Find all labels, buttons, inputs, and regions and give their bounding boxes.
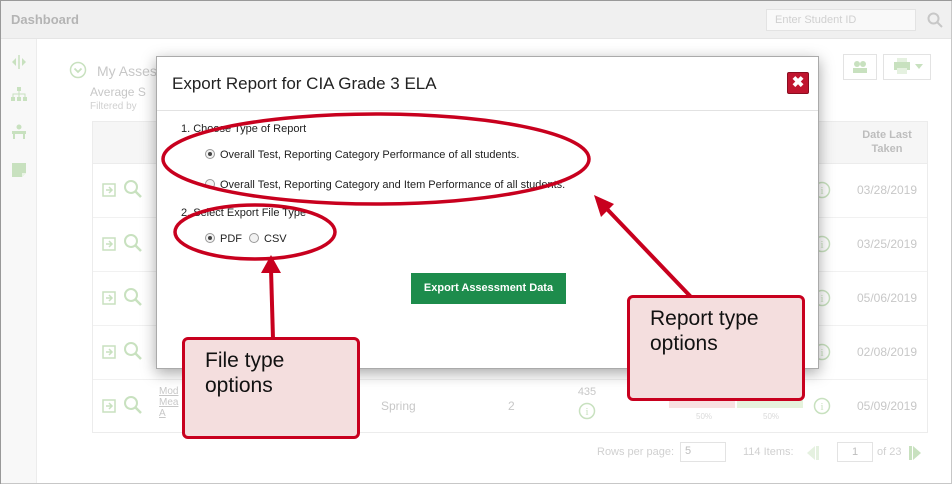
report-type-callout-text: Report type options (650, 307, 759, 355)
radio-selected-icon[interactable] (205, 149, 215, 159)
step-select-file-type: 2. Select Export File Type (181, 207, 307, 219)
report-type-callout: Report type options (627, 295, 805, 401)
export-assessment-data-button[interactable]: Export Assessment Data (411, 273, 566, 304)
report-option-label: Overall Test, Reporting Category and Ite… (220, 179, 566, 191)
report-option-item[interactable]: Overall Test, Reporting Category and Ite… (205, 179, 565, 191)
step-choose-report-type: 1. Choose Type of Report (181, 123, 307, 135)
close-button[interactable]: ✖ (787, 72, 809, 94)
file-option-label: CSV (264, 233, 287, 245)
report-option-category[interactable]: Overall Test, Reporting Category Perform… (205, 149, 519, 161)
radio-selected-icon[interactable] (205, 233, 215, 243)
radio-unselected-icon[interactable] (249, 233, 259, 243)
file-type-callout: File type options (182, 337, 360, 439)
report-option-label: Overall Test, Reporting Category Perform… (220, 149, 520, 161)
dialog-divider (157, 110, 818, 111)
dialog-title: Export Report for CIA Grade 3 ELA (172, 74, 437, 93)
file-type-callout-text: File type options (205, 349, 285, 397)
file-option-pdf[interactable]: PDF (205, 233, 242, 245)
page: Dashboard Enter Student ID My Asses Aver… (0, 0, 952, 484)
radio-unselected-icon[interactable] (205, 179, 215, 189)
file-option-label: PDF (220, 233, 242, 245)
file-option-csv[interactable]: CSV (249, 233, 287, 245)
